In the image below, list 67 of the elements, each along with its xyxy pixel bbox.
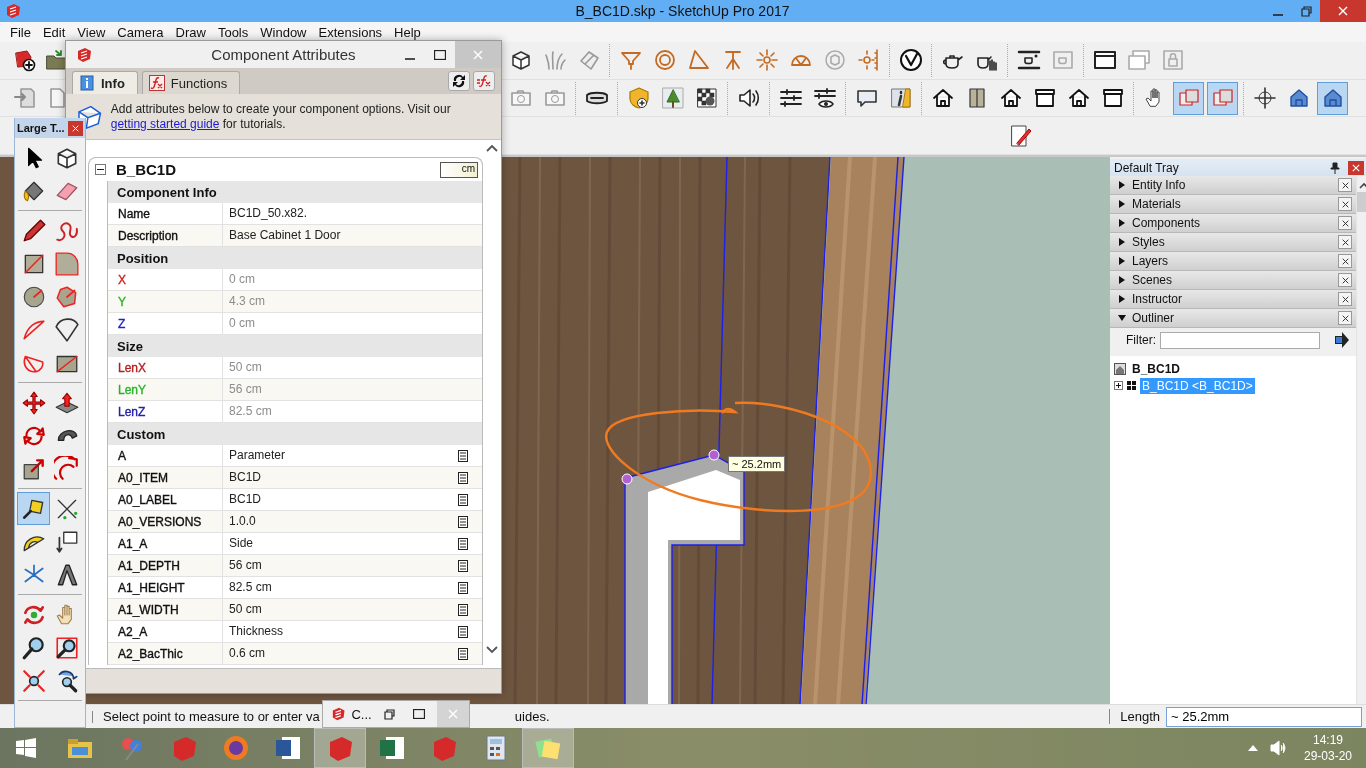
window-title: B_BC1D.skp - SketchUp Pro 2017 [574, 3, 791, 19]
menu-item[interactable]: File [4, 24, 37, 40]
units-badge[interactable]: cm [440, 161, 478, 178]
window-title: C... [351, 706, 372, 722]
tree-item[interactable]: B_BC1D [1130, 360, 1182, 377]
tray-panel-header[interactable]: Components [1110, 214, 1356, 233]
length-field[interactable]: ~ 25.2mm [1166, 706, 1362, 727]
attribute-name: A1_WIDTH [118, 602, 179, 617]
attribute-name: Name [118, 206, 150, 221]
tray-panel-header[interactable]: Layers [1110, 252, 1356, 271]
status-hint: Select point to measure to or enter va [103, 709, 320, 724]
section-header: Component Info [108, 181, 482, 203]
filter-label: Filter: [1126, 333, 1156, 347]
field-value: 56 cm [222, 379, 458, 400]
tray-panel-header[interactable]: Entity Info [1110, 176, 1356, 195]
attribute-name: A2_A [118, 624, 148, 639]
clock-time[interactable]: 14:19 [1312, 733, 1343, 747]
dialog-title: Component Attributes [210, 46, 357, 63]
tray-panel-header[interactable]: Scenes [1110, 271, 1356, 290]
guide-link[interactable]: getting started guide [110, 116, 220, 131]
attribute-name: A [118, 448, 126, 463]
component-name: B_BC1D [116, 161, 177, 178]
menu-item[interactable]: Camera [111, 24, 170, 40]
attribute-name: Z [118, 316, 126, 331]
palette-title: Large T... [17, 122, 65, 134]
attribute-name: LenZ [118, 404, 146, 419]
section-header: Position [108, 247, 482, 269]
tab[interactable]: Functions [141, 71, 241, 94]
attribute-name: A1_HEIGHT [118, 580, 185, 595]
tray-panel-header[interactable]: Styles [1110, 233, 1356, 252]
clock-date[interactable]: 29-03-20 [1303, 749, 1352, 763]
attribute-name: Y [118, 294, 126, 309]
tray-panel-header[interactable]: Outliner [1110, 309, 1356, 328]
menu-item[interactable]: Extensions [312, 24, 389, 40]
menu-item[interactable]: View [71, 24, 112, 40]
attribute-name: Description [118, 228, 179, 243]
attribute-name: LenX [118, 360, 147, 375]
attribute-name: A0_LABEL [118, 492, 177, 507]
tray-title: Default Tray [1114, 160, 1180, 175]
status-hint: uides. [514, 709, 550, 724]
menu-item[interactable]: Draw [169, 24, 212, 40]
menu-item[interactable]: Tools [211, 24, 255, 40]
menu-item[interactable]: Edit [36, 24, 72, 40]
menu-item[interactable]: Window [254, 24, 313, 40]
attribute-name: A2_BacThic [118, 646, 183, 661]
attribute-name: A0_ITEM [118, 470, 168, 485]
tray-panel-header[interactable]: Instructor [1110, 290, 1356, 309]
field-value: 4.3 cm [222, 291, 458, 312]
field-value: 50 cm [222, 357, 458, 378]
menu-item[interactable]: Help [388, 24, 427, 40]
attribute-name: A1_A [118, 536, 148, 551]
attribute-name: LenY [118, 382, 147, 397]
attribute-name: A0_VERSIONS [118, 514, 202, 529]
field-value: 0 cm [222, 269, 458, 290]
field-value: 82.5 cm [222, 401, 458, 422]
measure-tooltip: ~ 25.2mm [728, 456, 786, 472]
field-value: 0 cm [222, 313, 458, 334]
section-header: Size [108, 335, 482, 357]
attribute-name: X [118, 272, 126, 287]
tray-panel-header[interactable]: Materials [1110, 195, 1356, 214]
section-header: Custom [108, 423, 482, 445]
banner-text: Add attributes below to create your component options. Visit our getting started guide for tutorials. [110, 101, 452, 132]
field-value[interactable]: Base Cabinet 1 Door [222, 225, 458, 246]
minimized-window[interactable]: C... [322, 700, 470, 728]
tab[interactable]: Info [72, 71, 138, 94]
attribute-name: A1_DEPTH [118, 558, 181, 573]
field-value[interactable]: BC1D_50.x82. [222, 203, 458, 224]
